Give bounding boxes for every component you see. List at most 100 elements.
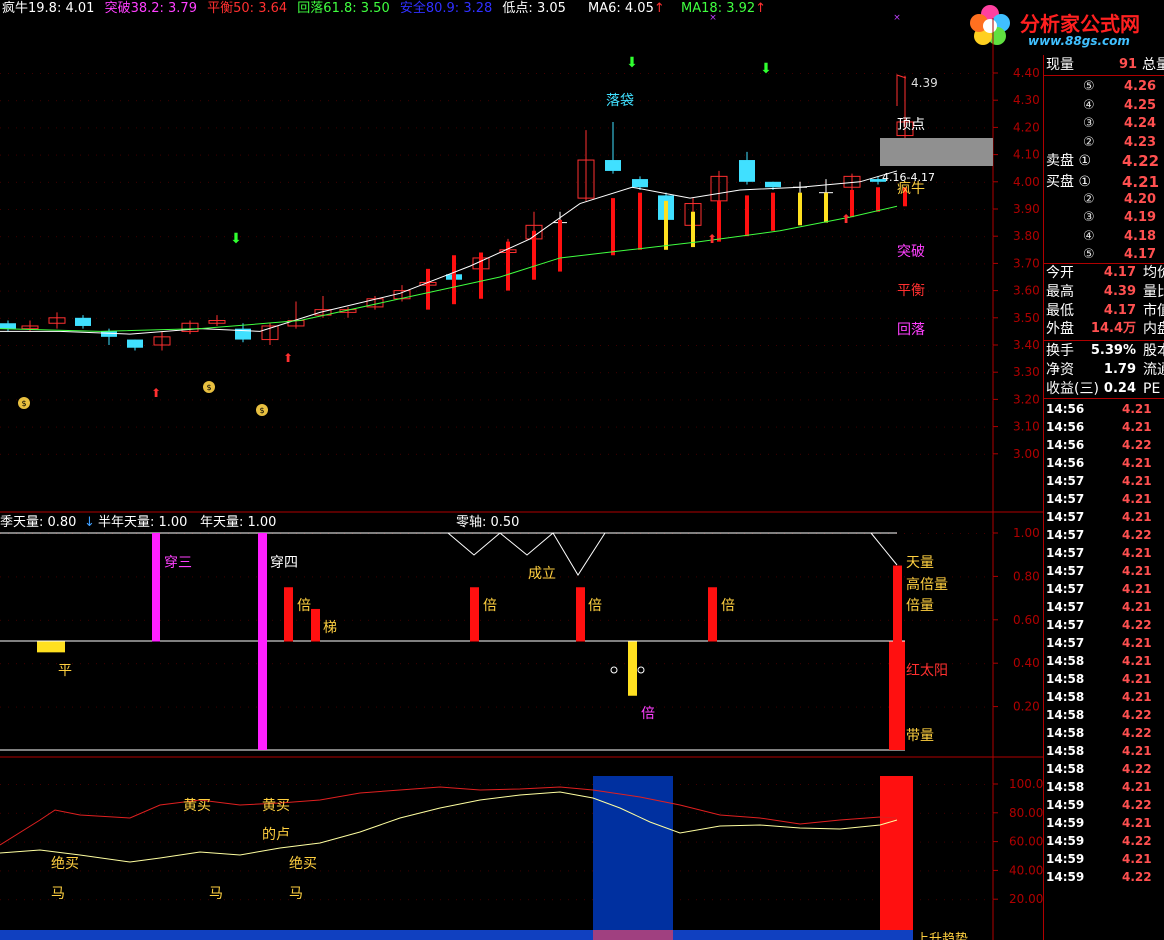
stat-value: 5.39%	[1090, 343, 1136, 358]
tick-price: 4.22	[1122, 708, 1152, 722]
buy-level-row: ④ 4.18	[1043, 228, 1164, 246]
gaobeiliang-label: 高倍量	[906, 576, 948, 593]
signal-bar	[638, 192, 642, 250]
trend-bar	[0, 930, 913, 940]
level-label: ②	[1083, 192, 1095, 208]
tick-time: 14:58	[1046, 654, 1085, 668]
bei-label-3: 倍	[588, 598, 602, 614]
tick-price: 4.21	[1122, 690, 1152, 704]
bei-label-4: 倍	[721, 598, 735, 614]
tick-time: 14:58	[1046, 726, 1085, 740]
level-label: ③	[1083, 116, 1095, 131]
tick-price: 4.21	[1122, 816, 1152, 830]
candle	[48, 312, 66, 329]
tick-time: 14:57	[1046, 636, 1085, 650]
signal-bar	[452, 255, 456, 305]
pingheng-label: 平衡	[897, 283, 925, 299]
cross-mark-icon: ×	[893, 13, 901, 23]
svg-text:$: $	[21, 399, 26, 408]
level-price: 4.22	[1122, 152, 1160, 170]
price-tick-label: 3.90	[1013, 202, 1040, 216]
tick-price: 4.21	[1122, 564, 1152, 578]
vol-q-down-arrow-icon: ↓	[84, 515, 95, 530]
stat-row-2: 净资 1.79 流通	[1043, 361, 1164, 379]
sell-level-row: ② 4.23	[1043, 134, 1164, 152]
ma-label-2: 马	[209, 886, 223, 902]
stat-value: 1.79	[1103, 361, 1136, 377]
level-label: ⑤	[1083, 246, 1095, 262]
signal-bar	[771, 192, 775, 231]
candlesticks	[0, 75, 914, 351]
volume-tick-label: 0.80	[1013, 569, 1040, 583]
stat-row: 最低 4.17 市值	[1043, 302, 1164, 320]
tick-price: 4.21	[1122, 510, 1152, 524]
candle	[0, 320, 16, 332]
volume-bar	[311, 608, 320, 642]
tick-price: 4.22	[1122, 726, 1152, 740]
tick-row: 14:58 4.21	[1043, 670, 1164, 688]
tick-row: 14:58 4.22	[1043, 760, 1164, 778]
chengli-label: 成立	[528, 566, 556, 582]
price-tick-label: 3.60	[1013, 284, 1040, 298]
tick-row: 14:57 4.21	[1043, 562, 1164, 580]
signal-bar	[876, 187, 880, 212]
tick-time: 14:57	[1046, 474, 1085, 488]
stat-label-2: PE	[1143, 380, 1161, 397]
bei-label-5: 倍	[641, 706, 655, 722]
dailiang-label: 带量	[906, 728, 934, 744]
tick-row: 14:58 4.21	[1043, 688, 1164, 706]
candle	[75, 315, 91, 329]
up-arrow-icon: ⬆	[283, 351, 293, 365]
tick-row: 14:56 4.21	[1043, 418, 1164, 436]
price-tick-label: 3.30	[1013, 365, 1040, 379]
volume-tick-label: 0.40	[1013, 656, 1040, 670]
ma18-line	[0, 205, 898, 332]
level-label: ④	[1083, 97, 1095, 113]
up-arrow-icon: ⬆	[707, 232, 717, 246]
tick-row: 14:57 4.21	[1043, 634, 1164, 652]
stat-label-2: 流通	[1143, 361, 1164, 378]
price-tick-label: 3.40	[1013, 338, 1040, 352]
tick-row: 14:59 4.22	[1043, 832, 1164, 850]
price-axis: 4.40 4.30 4.20 4.10 4.00 3.90 3.80 3.70 3.60 3.50…	[0, 66, 1040, 461]
tick-time: 14:58	[1046, 780, 1085, 794]
tick-row: 14:57 4.21	[1043, 544, 1164, 562]
tick-row: 14:57 4.21	[1043, 508, 1164, 526]
money-bag-icon: $	[203, 381, 215, 393]
osc-tick-label: 100.0	[1009, 777, 1043, 791]
volume-bar	[628, 641, 637, 696]
down-arrow-icon: ⬇	[760, 61, 772, 77]
tick-price: 4.21	[1122, 582, 1152, 596]
tick-time: 14:56	[1046, 438, 1085, 452]
stat-label-2: 内盘	[1143, 321, 1164, 338]
juemai-label-2: 绝买	[289, 856, 317, 872]
fengniu-label: 疯牛	[897, 181, 925, 197]
tick-row: 14:59 4.22	[1043, 868, 1164, 886]
dingdian-label: 顶点	[897, 117, 925, 133]
xianliang-label: 现量	[1046, 57, 1074, 73]
up-arrow-icon: ⬆	[841, 212, 851, 226]
ti-label: 梯	[323, 620, 337, 636]
xianliang-value: 91	[1119, 57, 1138, 72]
huiluo-label: 回落	[897, 322, 925, 338]
shangsheng-label: 上升趋势	[916, 931, 968, 940]
level-price: 4.24	[1124, 116, 1157, 131]
tick-time: 14:59	[1046, 816, 1085, 830]
tick-row: 14:56 4.22	[1043, 436, 1164, 454]
chart-canvas[interactable]: 4.40 4.30 4.20 4.10 4.00 3.90 3.80 3.70 3.60 3.50…	[0, 0, 1043, 940]
tick-time: 14:58	[1046, 708, 1085, 722]
price-tick-label: 3.20	[1013, 392, 1040, 406]
price-tick-label: 3.50	[1013, 311, 1040, 325]
tick-price: 4.22	[1122, 528, 1152, 542]
volume-bar	[889, 641, 905, 750]
candle	[127, 339, 143, 351]
tick-row: 14:57 4.21	[1043, 490, 1164, 508]
dedian-label: 的卢	[262, 827, 290, 843]
tick-time: 14:59	[1046, 852, 1085, 866]
sell-level-row: ④ 4.25	[1043, 97, 1164, 115]
tick-row: 14:57 4.21	[1043, 580, 1164, 598]
tick-row: 14:59 4.21	[1043, 850, 1164, 868]
money-bag-icon: $	[256, 404, 268, 416]
vol-h-label: 半年天量: 1.00	[98, 515, 187, 530]
tick-price: 4.22	[1122, 798, 1152, 812]
